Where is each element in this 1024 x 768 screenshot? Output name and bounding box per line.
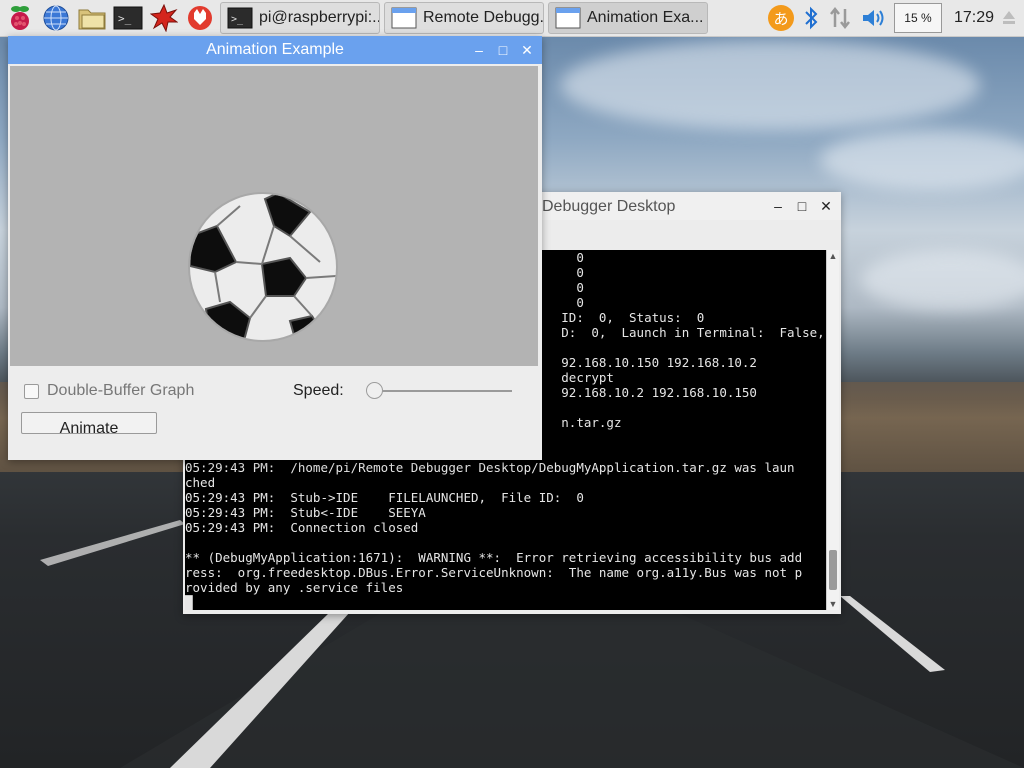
window-title: Debugger Desktop [542, 198, 676, 215]
terminal-launcher-icon[interactable]: >_ [112, 2, 144, 34]
network-icon[interactable] [828, 5, 852, 31]
animation-controls: Double-Buffer Graph Speed: Animate [8, 374, 542, 460]
task-label: Animation Exa... [587, 9, 704, 26]
clock[interactable]: 17:29 [954, 9, 994, 27]
terminal-scrollbar[interactable]: ▲ ▼ [826, 250, 839, 610]
volume-icon[interactable] [860, 5, 886, 31]
terminal-line: 05:29:43 PM: Stub->IDE FILELAUNCHED, Fil… [185, 490, 584, 505]
svg-text:>_: >_ [118, 12, 132, 25]
taskbar: >_ >_ pi@raspberrypi:... Remote Debugg..… [0, 0, 1024, 37]
cpu-monitor[interactable]: 15 % [893, 3, 942, 33]
terminal-line: 05:29:43 PM: /home/pi/Remote Debugger De… [185, 460, 795, 475]
minimize-button[interactable]: – [769, 197, 787, 215]
task-label: pi@raspberrypi:... [259, 9, 380, 26]
scroll-up-icon[interactable]: ▲ [827, 250, 839, 262]
soccer-ball-icon [188, 192, 338, 342]
raspberry-menu-icon[interactable] [4, 2, 36, 34]
checkbox-label: Double-Buffer Graph [47, 382, 195, 399]
maximize-button[interactable]: □ [494, 41, 512, 59]
terminal-line: 05:29:43 PM: Stub<-IDE SEEYA [185, 505, 426, 520]
task-terminal[interactable]: >_ pi@raspberrypi:... [220, 2, 380, 34]
checkbox-box[interactable] [24, 383, 39, 399]
close-button[interactable]: ✕ [518, 41, 536, 59]
terminal-line: 05:29:43 PM: Connection closed [185, 520, 419, 535]
eject-icon[interactable] [1002, 5, 1016, 31]
animation-titlebar[interactable]: Animation Example – □ ✕ [8, 36, 542, 64]
wolfram-icon[interactable] [184, 2, 216, 34]
terminal-line: ** (DebugMyApplication:1671): WARNING **… [185, 550, 803, 565]
task-remote-debugger[interactable]: Remote Debugg... [384, 2, 544, 34]
animation-canvas [10, 66, 538, 366]
task-animation-example[interactable]: Animation Exa... [548, 2, 708, 34]
slider-knob[interactable] [366, 382, 383, 399]
terminal-line: ched [185, 475, 216, 490]
window-icon [555, 7, 581, 29]
speed-slider[interactable] [366, 382, 512, 400]
svg-text:>_: >_ [231, 14, 244, 25]
mathematica-icon[interactable] [148, 2, 180, 34]
system-tray: あ 15 % 17:29 [767, 3, 1024, 33]
close-button[interactable]: ✕ [817, 197, 835, 215]
terminal-line: rovided by any .service files [185, 580, 404, 595]
double-buffer-checkbox[interactable]: Double-Buffer Graph [24, 382, 194, 400]
cpu-usage: 15 % [904, 11, 932, 25]
terminal-line: ress: org.freedesktop.DBus.Error.Service… [185, 565, 803, 580]
minimize-button[interactable]: – [470, 41, 488, 59]
input-method-glyph: あ [773, 10, 789, 28]
scrollbar-thumb[interactable] [829, 550, 837, 590]
input-method-icon[interactable]: あ [767, 5, 794, 31]
animate-button[interactable]: Animate [21, 412, 157, 437]
file-manager-icon[interactable] [76, 2, 108, 34]
task-label: Remote Debugg... [423, 9, 544, 26]
web-browser-icon[interactable] [40, 2, 72, 34]
terminal-icon: >_ [227, 7, 253, 29]
animation-example-window: Animation Example – □ ✕ Double-Buffer Gr… [8, 36, 542, 460]
scroll-down-icon[interactable]: ▼ [827, 598, 839, 610]
maximize-button[interactable]: □ [793, 197, 811, 215]
speed-label: Speed: [293, 382, 344, 399]
window-icon [391, 7, 417, 29]
slider-track[interactable] [374, 390, 512, 392]
window-title: Animation Example [206, 41, 344, 58]
terminal-line: █ [185, 595, 193, 610]
bluetooth-icon[interactable] [802, 5, 820, 31]
